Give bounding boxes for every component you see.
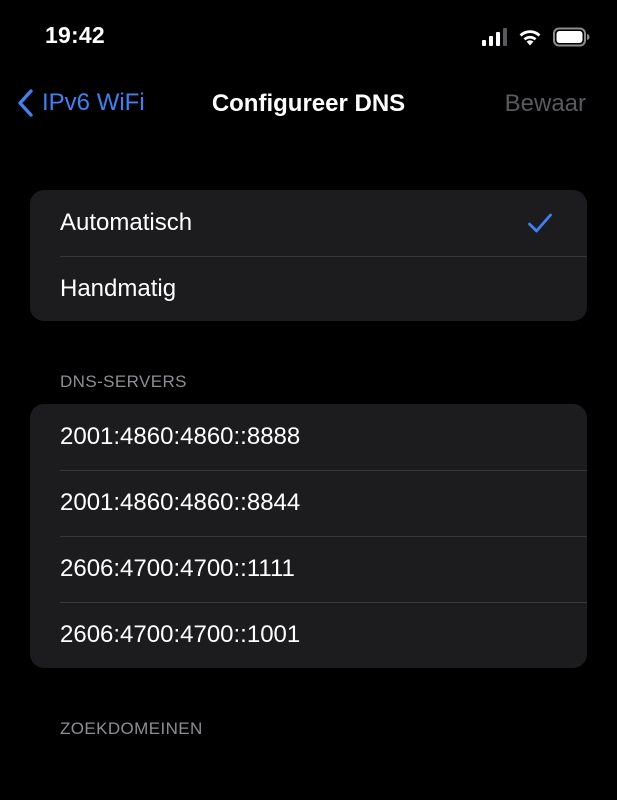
search-domains-header: ZOEKDOMEINEN — [60, 719, 203, 738]
mode-option-automatic[interactable]: Automatisch — [30, 190, 587, 256]
dns-server-address: 2606:4700:4700::1001 — [60, 621, 301, 648]
wifi-icon — [519, 30, 541, 46]
save-button[interactable]: Bewaar — [505, 90, 586, 118]
status-time: 19:42 — [45, 22, 105, 48]
dns-server-address: 2001:4860:4860::8888 — [60, 423, 301, 450]
navigation-bar: IPv6 WiFi Configureer DNS Bewaar — [0, 80, 617, 130]
dns-server-address: 2001:4860:4860::8844 — [60, 489, 301, 516]
mode-option-manual[interactable]: Handmatig — [30, 256, 587, 321]
checkmark-icon — [528, 213, 552, 233]
status-icons — [482, 26, 591, 48]
dns-server-address: 2606:4700:4700::1111 — [60, 555, 295, 582]
dns-servers-group: 2001:4860:4860::8888 2001:4860:4860::884… — [30, 404, 587, 668]
dns-server-row[interactable]: 2001:4860:4860::8844 — [30, 470, 587, 536]
mode-option-label: Automatisch — [60, 209, 193, 236]
status-bar: 19:42 — [0, 0, 617, 70]
dns-mode-group: Automatisch Handmatig — [30, 190, 587, 321]
dns-server-row[interactable]: 2001:4860:4860::8888 — [30, 404, 587, 470]
dns-servers-header: DNS-SERVERS — [60, 372, 187, 391]
battery-icon — [553, 27, 590, 47]
mode-option-label: Handmatig — [60, 275, 177, 302]
signal-icon — [482, 28, 507, 46]
dns-server-row[interactable]: 2606:4700:4700::1111 — [30, 536, 587, 602]
dns-server-row[interactable]: 2606:4700:4700::1001 — [30, 602, 587, 668]
